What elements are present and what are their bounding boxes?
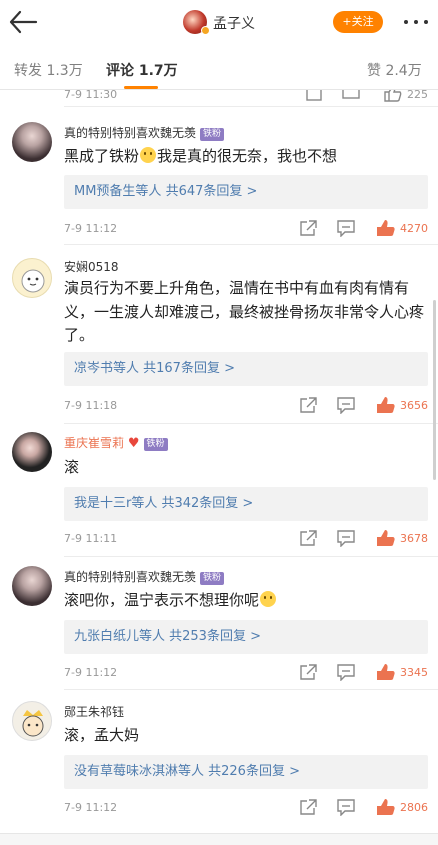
replies-summary[interactable]: 九张白纸儿等人 共253条回复 >: [64, 620, 428, 654]
heart-eyes-emoji-icon: ♥: [127, 436, 140, 451]
like-icon[interactable]: [376, 663, 396, 681]
like-count: 225: [407, 90, 428, 101]
like-count: 2806: [400, 801, 428, 814]
avatar[interactable]: [12, 122, 52, 162]
comment-icon[interactable]: [336, 396, 356, 414]
active-tab-indicator: [124, 86, 158, 89]
avatar[interactable]: [12, 258, 52, 298]
tab-bar: 转发 1.3万 评论 1.7万 赞 2.4万: [0, 44, 438, 90]
partial-comment-row: 7-9 11:30 225: [0, 90, 438, 104]
comment-author[interactable]: 真的特别特别喜欢魏无羡 铁粉: [64, 568, 225, 585]
follow-button[interactable]: +关注: [333, 11, 383, 33]
comment-item: 真的特别特别喜欢魏无羡 铁粉 滚吧你，温宁表示不想理你呢 九张白纸儿等人 共253…: [0, 557, 438, 688]
back-arrow-icon[interactable]: [8, 8, 38, 36]
like-count: 4270: [400, 222, 428, 235]
replies-summary[interactable]: MM预备生等人 共647条回复 >: [64, 175, 428, 209]
comment-icon[interactable]: [336, 663, 356, 681]
tab-comments[interactable]: 评论 1.7万: [106, 60, 178, 80]
fan-badge: 铁粉: [200, 572, 225, 585]
like-count: 3345: [400, 666, 428, 679]
comment-text: 滚吧你，温宁表示不想理你呢: [64, 589, 428, 612]
avatar[interactable]: [12, 432, 52, 472]
cartoon-avatar-icon: [22, 710, 44, 737]
share-icon[interactable]: [298, 396, 318, 414]
comment-item: 真的特别特别喜欢魏无羡 铁粉 黑成了铁粉 我是真的很无奈，我也不想 MM预备生等人 …: [0, 107, 438, 242]
like-count: 3656: [400, 399, 428, 412]
fan-badge: 铁粉: [143, 438, 168, 451]
tab-reposts[interactable]: 转发 1.3万: [14, 60, 83, 80]
comment-time: 7-9 11:11: [64, 532, 118, 545]
replies-summary[interactable]: 没有草莓味冰淇淋等人 共226条回复 >: [64, 755, 428, 789]
comment-item: 重庆崔雪莉 ♥ 铁粉 滚 我是十三r等人 共342条回复 > 7-9 11:11 …: [0, 424, 438, 555]
like-icon[interactable]: [383, 90, 403, 102]
page-title: 孟子义: [213, 16, 255, 32]
comment-icon[interactable]: [336, 219, 356, 237]
comment-icon[interactable]: [341, 90, 361, 102]
comment-time: 7-9 11:30: [64, 90, 118, 101]
comment-time: 7-9 11:12: [64, 666, 118, 679]
verified-badge-icon: [201, 26, 210, 35]
comment-author[interactable]: 安娴0518: [64, 258, 119, 275]
like-icon[interactable]: [376, 219, 396, 237]
like-icon[interactable]: [376, 396, 396, 414]
comment-item: 安娴0518 演员行为不要上升角色，温情在书中有血有肉有情有义，一生渡人却难渡己…: [0, 245, 438, 422]
comment-text: 滚: [64, 458, 80, 476]
comment-time: 7-9 11:18: [64, 399, 118, 412]
avatar[interactable]: [12, 566, 52, 606]
emoji-icon: [140, 147, 157, 163]
fan-badge: 铁粉: [200, 128, 225, 141]
share-icon[interactable]: [298, 663, 318, 681]
comment-author[interactable]: 郧王朱祁钰: [64, 703, 124, 720]
comment-text: 演员行为不要上升角色，温情在书中有血有肉有情有义，一生渡人却难渡己，最终被挫骨扬…: [64, 279, 425, 344]
comment-time: 7-9 11:12: [64, 801, 118, 814]
avatar[interactable]: [12, 701, 52, 741]
replies-summary[interactable]: 凉岑书等人 共167条回复 >: [64, 352, 428, 386]
share-icon[interactable]: [298, 529, 318, 547]
like-icon[interactable]: [376, 529, 396, 547]
comment-author[interactable]: 重庆崔雪莉 ♥ 铁粉: [64, 434, 168, 451]
like-count: 3678: [400, 532, 428, 545]
emoji-icon: [260, 591, 277, 607]
cartoon-avatar-icon: [21, 269, 45, 293]
more-dots-icon[interactable]: [402, 15, 430, 29]
bottom-bar: [0, 833, 438, 845]
replies-summary[interactable]: 我是十三r等人 共342条回复 >: [64, 487, 428, 521]
comment-text: 滚，孟大妈: [64, 726, 140, 744]
comment-text: 黑成了铁粉 我是真的很无奈，我也不想: [64, 147, 338, 165]
like-icon[interactable]: [376, 798, 396, 816]
comment-icon[interactable]: [336, 798, 356, 816]
tab-likes[interactable]: 赞 2.4万: [367, 60, 422, 80]
comment-icon[interactable]: [336, 529, 356, 547]
comment-item: 郧王朱祁钰 滚，孟大妈 没有草莓味冰淇淋等人 共226条回复 > 7-9 11:…: [0, 690, 438, 830]
comment-time: 7-9 11:12: [64, 222, 118, 235]
share-icon[interactable]: [298, 219, 318, 237]
share-icon[interactable]: [305, 90, 325, 102]
top-bar: 孟子义 +关注: [0, 0, 438, 44]
comment-author[interactable]: 真的特别特别喜欢魏无羡 铁粉: [64, 124, 225, 141]
scrollbar[interactable]: [433, 300, 436, 480]
share-icon[interactable]: [298, 798, 318, 816]
